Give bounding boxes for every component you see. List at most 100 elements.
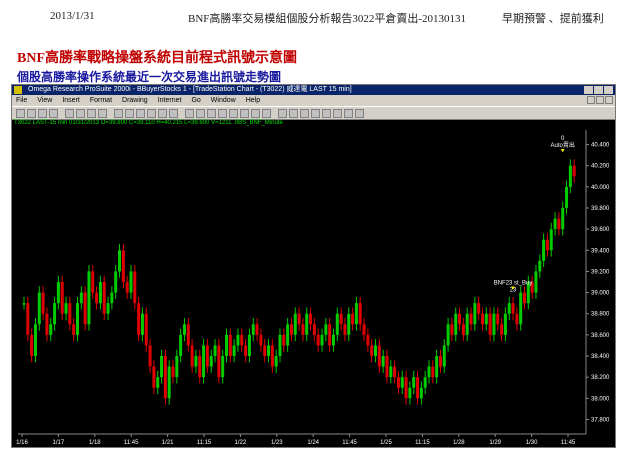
candle-body xyxy=(492,313,496,335)
plus-icon[interactable] xyxy=(262,108,271,118)
cursor-icon[interactable] xyxy=(158,108,167,118)
zoom-in-icon[interactable] xyxy=(136,108,145,118)
copy-icon[interactable] xyxy=(76,108,85,118)
candle-body xyxy=(389,366,393,378)
zoom-icon[interactable] xyxy=(311,108,320,118)
y-tick-label: 37.800 xyxy=(591,417,610,423)
mdi-close-button[interactable] xyxy=(605,96,613,104)
candle-body xyxy=(45,313,49,335)
candle-body xyxy=(305,313,309,335)
candle-body xyxy=(179,334,183,356)
x-tick-label: 1/28 xyxy=(453,440,465,446)
back-icon[interactable] xyxy=(114,108,123,118)
bar3-icon[interactable] xyxy=(240,108,249,118)
crosshair-icon[interactable] xyxy=(300,108,309,118)
menu-drawing[interactable]: Drawing xyxy=(122,95,148,106)
candle-body xyxy=(263,345,267,356)
x-tick-label: 1/16 xyxy=(16,440,28,446)
print-icon[interactable] xyxy=(49,108,58,118)
tool-icon[interactable] xyxy=(333,108,342,118)
menu-go[interactable]: Go xyxy=(191,95,200,106)
candle-body xyxy=(557,218,561,230)
mdi-restore-button[interactable] xyxy=(596,96,604,104)
select-icon[interactable] xyxy=(344,108,353,118)
new-icon[interactable] xyxy=(16,108,25,118)
table-icon[interactable] xyxy=(207,108,216,118)
chart-icon[interactable] xyxy=(98,108,107,118)
window-titlebar[interactable]: Omega Research ProSuite 2000i - BBuyerSt… xyxy=(12,85,615,95)
open-icon[interactable] xyxy=(27,108,36,118)
price-chart[interactable]: T3022 LAST-15 min 01/31/2013 O=39.800 C=… xyxy=(12,120,615,447)
candle-body xyxy=(270,345,274,367)
candle-body xyxy=(26,303,30,335)
candle-body xyxy=(347,313,351,335)
bars-icon[interactable] xyxy=(278,108,287,118)
pen-icon[interactable] xyxy=(169,108,178,118)
candle-body xyxy=(316,334,320,346)
candle-body xyxy=(545,239,549,251)
menu-format[interactable]: Format xyxy=(90,95,112,106)
menu-internet[interactable]: Internet xyxy=(158,95,182,106)
candle-body xyxy=(232,345,236,356)
y-tick-label: 39.200 xyxy=(591,269,610,275)
menu-window[interactable]: Window xyxy=(211,95,236,106)
x-tick-label: 1/29 xyxy=(489,440,501,446)
candle-body xyxy=(374,345,378,356)
candle-body xyxy=(140,313,144,335)
x-tick-label: 1/21 xyxy=(162,440,174,446)
candle-body xyxy=(309,313,313,325)
candle-body xyxy=(404,377,408,399)
minimize-button[interactable] xyxy=(584,86,593,94)
bar2-icon[interactable] xyxy=(229,108,238,118)
candle-body xyxy=(182,324,186,335)
header-date: 2013/1/31 xyxy=(50,10,95,22)
candle-body xyxy=(477,303,481,314)
candle-body xyxy=(568,165,572,187)
candle-body xyxy=(163,356,167,399)
y-tick-label: 38.600 xyxy=(591,333,610,339)
magnify-icon[interactable] xyxy=(322,108,331,118)
line-icon[interactable] xyxy=(185,108,194,118)
y-tick-label: 40.200 xyxy=(591,164,610,170)
candle-body xyxy=(454,313,458,335)
forward-icon[interactable] xyxy=(125,108,134,118)
candle-body xyxy=(442,345,446,367)
candle-body xyxy=(431,366,435,378)
candle-body xyxy=(228,334,232,356)
candle-body xyxy=(171,366,175,378)
candle-body xyxy=(370,345,374,356)
candle-body xyxy=(480,313,484,325)
menu-help[interactable]: Help xyxy=(246,95,260,106)
candle-body xyxy=(301,324,305,335)
close-button[interactable] xyxy=(604,86,613,94)
maximize-button[interactable] xyxy=(594,86,603,94)
cut-icon[interactable] xyxy=(65,108,74,118)
bar-icon[interactable] xyxy=(218,108,227,118)
zoom-out-icon[interactable] xyxy=(147,108,156,118)
chart-svg: 40.400 40.200 40.000 39.800 39.600 39.400 39.2… xyxy=(16,130,610,446)
grid-icon[interactable] xyxy=(196,108,205,118)
candle-body xyxy=(259,334,263,346)
help-icon[interactable] xyxy=(355,108,364,118)
paste-icon[interactable] xyxy=(87,108,96,118)
candle-body xyxy=(362,324,366,335)
candle-body xyxy=(198,356,202,378)
candle-body xyxy=(400,377,404,388)
mdi-minimize-button[interactable] xyxy=(587,96,595,104)
candle-body xyxy=(190,345,194,367)
main-heading: BNF高勝率戰略操盤系統目前程式訊號示意圖 xyxy=(17,51,297,66)
list-icon[interactable] xyxy=(251,108,260,118)
menu-view[interactable]: View xyxy=(37,95,52,106)
candle-body xyxy=(416,377,420,399)
y-tick-label: 38.200 xyxy=(591,375,610,381)
save-icon[interactable] xyxy=(38,108,47,118)
candle-body xyxy=(87,271,91,325)
candle-body xyxy=(293,313,297,335)
menu-insert[interactable]: Insert xyxy=(62,95,80,106)
bars2-icon[interactable] xyxy=(289,108,298,118)
menu-file[interactable]: File xyxy=(16,95,27,106)
candle-body xyxy=(377,345,381,367)
candle-body xyxy=(339,313,343,325)
candle-body xyxy=(110,292,114,304)
candle-body xyxy=(366,334,370,346)
